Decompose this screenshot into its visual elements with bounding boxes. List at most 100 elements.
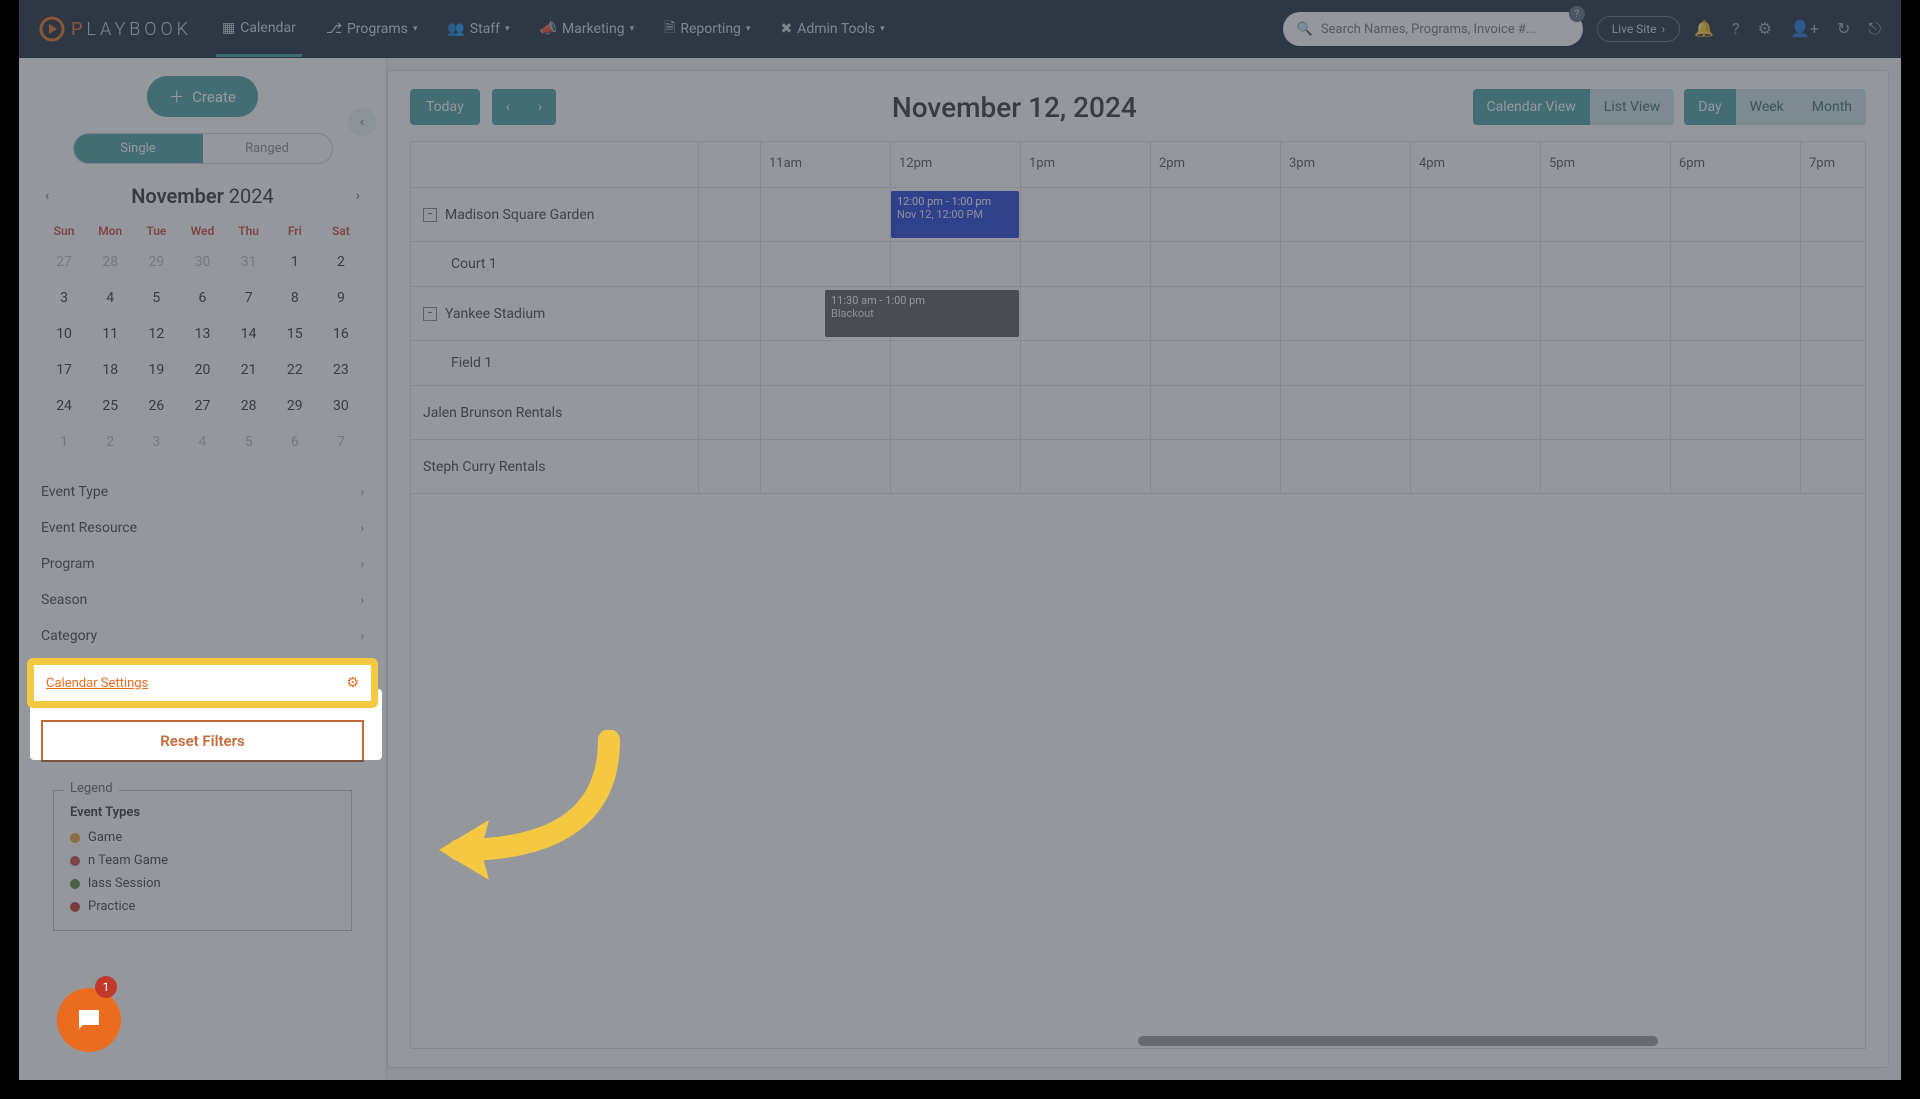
calendar-day[interactable]: 16 — [318, 316, 364, 352]
calendar-day[interactable]: 5 — [226, 424, 272, 460]
filter-row[interactable]: Category› — [41, 618, 364, 654]
calendar-day[interactable]: 31 — [226, 244, 272, 280]
logo[interactable]: PLAYBOOK — [39, 16, 192, 42]
calendar-settings-link[interactable]: Calendar Settings — [46, 676, 148, 691]
timeline-slot[interactable] — [1541, 386, 1671, 439]
timeline-slot[interactable] — [1541, 341, 1671, 385]
prev-month-button[interactable]: ‹ — [41, 184, 53, 208]
calendar-day[interactable]: 28 — [87, 244, 133, 280]
calendar-day[interactable]: 26 — [133, 388, 179, 424]
timeline-slot[interactable] — [1151, 287, 1281, 340]
calendar-event-blackout[interactable]: 11:30 am - 1:00 pmBlackout — [825, 290, 1019, 337]
timeline-slot[interactable] — [1411, 287, 1541, 340]
timeline-slot[interactable] — [1801, 188, 1865, 241]
calendar-day[interactable]: 27 — [41, 244, 87, 280]
filter-row[interactable]: Program› — [41, 546, 364, 582]
timeline-slot[interactable] — [761, 440, 891, 493]
bell-icon[interactable]: 🔔 — [1694, 19, 1714, 39]
timeline-slot[interactable] — [761, 188, 891, 241]
timeline-slot[interactable] — [761, 341, 891, 385]
calendar-day[interactable]: 11 — [87, 316, 133, 352]
calendar-day[interactable]: 7 — [226, 280, 272, 316]
timeline-slot[interactable] — [1151, 188, 1281, 241]
calendar-day[interactable]: 14 — [226, 316, 272, 352]
timeline-slot[interactable] — [891, 440, 1021, 493]
calendar-day[interactable]: 1 — [272, 244, 318, 280]
calendar-day[interactable]: 2 — [87, 424, 133, 460]
calendar-day[interactable]: 4 — [179, 424, 225, 460]
calendar-day[interactable]: 28 — [226, 388, 272, 424]
period-month[interactable]: Month — [1798, 89, 1866, 125]
timeline-slot[interactable] — [1671, 287, 1801, 340]
calendar-day[interactable]: 7 — [318, 424, 364, 460]
filter-row[interactable]: Season› — [41, 582, 364, 618]
timeline-slot[interactable] — [1541, 188, 1671, 241]
nav-admin-tools[interactable]: ✖Admin Tools▾ — [774, 3, 890, 55]
nav-programs[interactable]: ⎇Programs▾ — [320, 3, 424, 55]
nav-calendar[interactable]: ▦Calendar — [216, 2, 302, 57]
timeline-slot[interactable] — [1801, 440, 1865, 493]
timeline-slot[interactable] — [761, 242, 891, 286]
calendar-day[interactable]: 22 — [272, 352, 318, 388]
nav-reporting[interactable]: 🗎Reporting▾ — [658, 0, 756, 59]
calendar-day[interactable]: 12 — [133, 316, 179, 352]
calendar-day[interactable]: 23 — [318, 352, 364, 388]
calendar-event[interactable]: 12:00 pm - 1:00 pmNov 12, 12:00 PM — [891, 191, 1019, 238]
help-icon[interactable]: ? — [1732, 19, 1740, 39]
resource-label[interactable]: Court 1 — [411, 242, 699, 286]
timeline-slot[interactable] — [761, 386, 891, 439]
timeline-slot[interactable] — [1541, 440, 1671, 493]
timeline-slot[interactable] — [1411, 341, 1541, 385]
calendar-day[interactable]: 27 — [179, 388, 225, 424]
calendar-day[interactable]: 21 — [226, 352, 272, 388]
timeline-slot[interactable] — [1411, 188, 1541, 241]
resource-label[interactable]: −Madison Square Garden — [411, 188, 699, 241]
calendar-day[interactable]: 30 — [179, 244, 225, 280]
calendar-day[interactable]: 15 — [272, 316, 318, 352]
calendar-day[interactable]: 6 — [179, 280, 225, 316]
gear-icon[interactable]: ⚙ — [1758, 19, 1772, 39]
calendar-day[interactable]: 2 — [318, 244, 364, 280]
mode-ranged[interactable]: Ranged — [203, 134, 332, 163]
create-button[interactable]: ＋Create — [147, 76, 258, 117]
calendar-day[interactable]: 13 — [179, 316, 225, 352]
timeline-slot[interactable] — [1411, 440, 1541, 493]
calendar-day[interactable]: 8 — [272, 280, 318, 316]
timeline-slot[interactable] — [1801, 386, 1865, 439]
chat-widget[interactable]: 1 — [57, 976, 133, 1052]
resource-label[interactable]: Field 1 — [411, 341, 699, 385]
history-icon[interactable]: ↻ — [1837, 19, 1850, 39]
calendar-day[interactable]: 25 — [87, 388, 133, 424]
timeline-slot[interactable] — [1151, 242, 1281, 286]
timeline-slot[interactable] — [1281, 287, 1411, 340]
timeline-slot[interactable] — [1671, 188, 1801, 241]
timeline-slot[interactable] — [1541, 287, 1671, 340]
search-input[interactable] — [1321, 22, 1569, 37]
timeline-slot[interactable] — [1021, 440, 1151, 493]
nav-staff[interactable]: 👥Staff▾ — [441, 3, 515, 55]
filter-row[interactable]: Event Type› — [41, 474, 364, 510]
timeline-slot[interactable] — [1151, 341, 1281, 385]
prev-day-button[interactable]: ‹ — [492, 89, 524, 125]
timeline-slot[interactable] — [1801, 287, 1865, 340]
timeline-slot[interactable] — [891, 386, 1021, 439]
reset-filters-button[interactable]: Reset Filters — [41, 720, 364, 762]
timeline-slot[interactable] — [1281, 242, 1411, 286]
timeline-slot[interactable] — [1541, 242, 1671, 286]
period-day[interactable]: Day — [1684, 89, 1735, 125]
next-day-button[interactable]: › — [524, 89, 556, 125]
timeline-slot[interactable] — [1411, 242, 1541, 286]
calendar-day[interactable]: 19 — [133, 352, 179, 388]
calendar-day[interactable]: 29 — [133, 244, 179, 280]
timeline-slot[interactable] — [1801, 341, 1865, 385]
calendar-view-tab[interactable]: Calendar View — [1473, 89, 1590, 125]
timeline-slot[interactable] — [1411, 386, 1541, 439]
period-week[interactable]: Week — [1736, 89, 1798, 125]
timeline-slot[interactable] — [1151, 386, 1281, 439]
calendar-day[interactable]: 29 — [272, 388, 318, 424]
timeline-slot[interactable] — [1671, 341, 1801, 385]
search-help-icon[interactable]: ? — [1569, 6, 1585, 22]
calendar-day[interactable]: 10 — [41, 316, 87, 352]
timeline-slot[interactable] — [1671, 242, 1801, 286]
next-month-button[interactable]: › — [352, 184, 364, 208]
